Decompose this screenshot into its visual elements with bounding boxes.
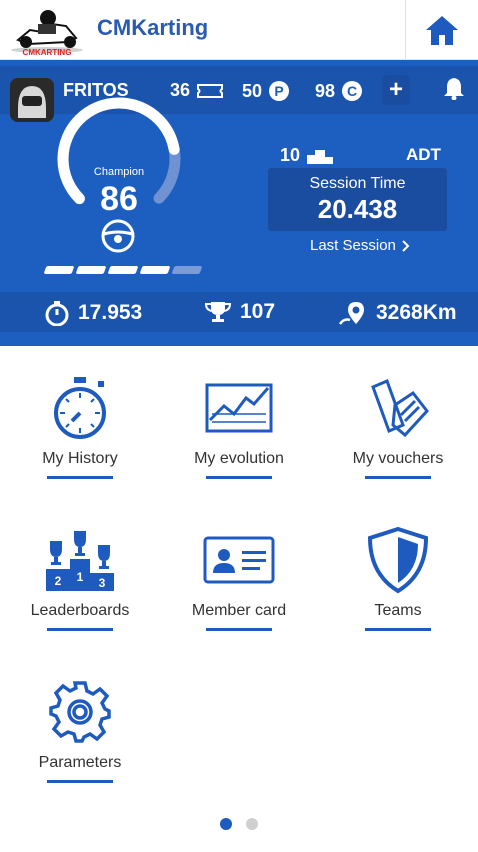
svg-text:P: P <box>274 83 283 99</box>
ranking-code: ADT <box>406 145 441 164</box>
ranking: 10 <box>280 145 334 166</box>
menu-label: Teams <box>374 602 422 619</box>
menu-label: My History <box>42 450 118 467</box>
avatar[interactable] <box>10 78 54 122</box>
underline <box>206 628 272 631</box>
location-distance-icon <box>338 302 364 325</box>
distance-stat: 3268Km <box>338 300 457 326</box>
menu-item-my-history[interactable]: My History <box>0 370 160 500</box>
last-session-label: Last Session <box>310 237 396 254</box>
page-dot[interactable] <box>220 818 232 830</box>
podium-icon: 1 2 3 <box>40 522 120 598</box>
underline <box>206 476 272 479</box>
level-bar-segment <box>139 266 171 274</box>
page-indicator <box>0 818 478 830</box>
underline <box>47 628 113 631</box>
menu-label: Parameters <box>38 754 122 771</box>
level-progress-bars <box>43 266 203 274</box>
gauge-score: 86 <box>100 180 138 218</box>
steering-wheel-icon <box>101 219 135 253</box>
trophies-stat: 107 <box>204 300 275 324</box>
cmkarting-logo: CMKARTING <box>8 4 86 57</box>
session-time-label: Session Time <box>309 175 406 192</box>
svg-text:2: 2 <box>55 574 62 588</box>
member-card-icon <box>199 522 279 598</box>
chart-icon <box>199 370 279 446</box>
points-count: 50 <box>242 80 263 101</box>
svg-text:3: 3 <box>99 576 106 590</box>
trophies-value: 107 <box>240 300 276 323</box>
svg-text:1: 1 <box>77 570 84 584</box>
level-bar-segment <box>107 266 139 274</box>
credits-icon: C <box>342 81 363 101</box>
best-lap-value: 17.953 <box>78 301 143 324</box>
menu-item-my-vouchers[interactable]: My vouchers <box>318 370 478 500</box>
bell-icon <box>444 78 464 100</box>
session-time-card: Session Time 20.438 <box>268 168 447 231</box>
last-session-link[interactable]: Last Session <box>310 237 410 254</box>
underline <box>47 780 113 783</box>
trophy-icon <box>204 302 232 322</box>
gear-icon <box>40 674 120 750</box>
page-dot[interactable] <box>246 818 258 830</box>
menu-item-leaderboards[interactable]: 1 2 3 Leaderboards <box>0 522 160 652</box>
app-title: CMKarting <box>97 15 209 40</box>
credits-count: 98 <box>315 80 336 101</box>
best-lap-stat: 17.953 <box>44 300 142 326</box>
logo-text: CMKARTING <box>23 48 72 56</box>
shield-icon <box>358 522 438 598</box>
notifications-button[interactable] <box>430 68 478 108</box>
menu-item-my-evolution[interactable]: My evolution <box>159 370 319 500</box>
ranking-position: 10 <box>280 145 301 165</box>
underline <box>47 476 113 479</box>
menu-label: Member card <box>191 602 287 619</box>
add-credits-button[interactable]: + <box>382 75 410 105</box>
menu-label: Leaderboards <box>30 602 130 619</box>
points-icon: P <box>269 81 290 101</box>
menu-item-member-card[interactable]: Member card <box>159 522 319 652</box>
stopwatch-small-icon <box>45 301 69 326</box>
points-stat[interactable]: 50 P <box>242 80 290 102</box>
level-bar-segment <box>43 266 75 274</box>
underline <box>365 476 431 479</box>
stats-row: 17.953 107 3268Km <box>0 292 478 332</box>
credits-stat[interactable]: 98 C <box>315 80 363 102</box>
menu-item-parameters[interactable]: Parameters <box>0 674 160 804</box>
home-icon <box>426 16 458 45</box>
chevron-right-icon <box>402 239 410 252</box>
vouchers-icon <box>358 370 438 446</box>
podium-small-icon <box>307 149 334 164</box>
app-root: CMKARTING CMKarting FRITOS 36 50 P 98 C … <box>0 0 478 852</box>
gauge-rank-label: Champion <box>93 166 145 178</box>
underline <box>365 628 431 631</box>
level-bar-segment <box>171 266 203 274</box>
menu-label: My evolution <box>194 450 284 467</box>
svg-text:C: C <box>347 83 357 99</box>
home-button[interactable] <box>405 0 478 60</box>
distance-value: 3268Km <box>376 301 457 324</box>
menu-label: My vouchers <box>352 450 444 467</box>
session-time-value: 20.438 <box>317 194 398 224</box>
stopwatch-icon <box>40 370 120 446</box>
ticket-icon <box>197 83 224 98</box>
level-bar-segment <box>75 266 107 274</box>
app-header: CMKARTING CMKarting <box>0 0 478 60</box>
menu-item-teams[interactable]: Teams <box>318 522 478 652</box>
